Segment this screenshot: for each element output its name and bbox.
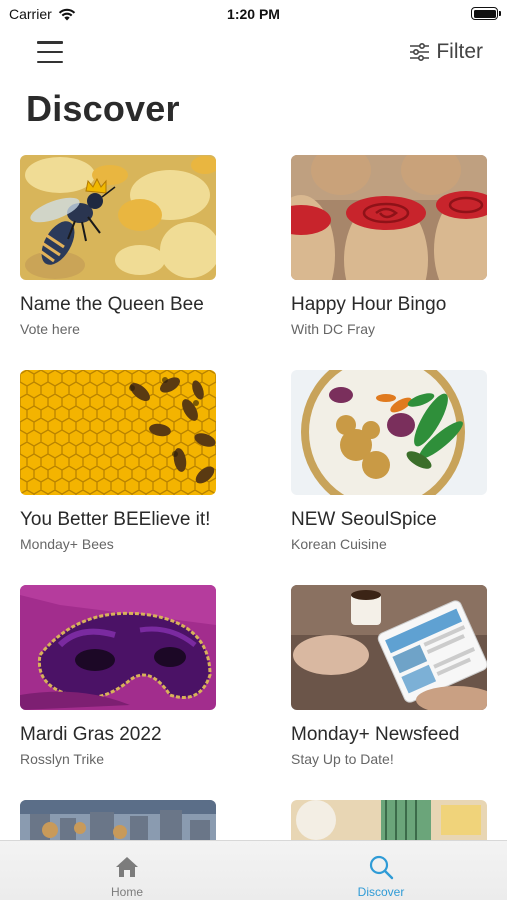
card-mardi-gras[interactable]: Mardi Gras 2022 Rosslyn Trike <box>20 585 216 767</box>
magnifier-icon <box>369 855 394 880</box>
tab-home[interactable]: Home <box>0 841 254 900</box>
card-subtitle: Monday+ Bees <box>20 536 114 552</box>
card-subtitle: Korean Cuisine <box>291 536 387 552</box>
hamburger-menu-icon <box>37 41 63 44</box>
filter-label: Filter <box>436 40 483 63</box>
sliders-icon <box>410 43 430 61</box>
card-image-honeycomb <box>20 370 216 495</box>
house-icon <box>116 857 138 877</box>
card-title: NEW SeoulSpice <box>291 509 437 530</box>
card-title: Monday+ Newsfeed <box>291 724 460 745</box>
card-image-queen-bee <box>20 155 216 280</box>
page-title: Discover <box>26 88 180 129</box>
card-subtitle: Stay Up to Date! <box>291 751 394 767</box>
tab-discover-label: Discover <box>357 885 405 899</box>
card-title: Happy Hour Bingo <box>291 294 447 315</box>
card-title: Name the Queen Bee <box>20 294 204 315</box>
card-image-mask <box>20 585 216 710</box>
card-newsfeed[interactable]: Monday+ Newsfeed Stay Up to Date! <box>291 585 487 767</box>
status-bar: Carrier 1:20 PM <box>0 0 507 28</box>
tab-discover[interactable]: Discover <box>254 841 507 900</box>
tab-bar: Home Discover <box>0 840 507 900</box>
card-seoulspice[interactable]: NEW SeoulSpice Korean Cuisine <box>291 370 487 552</box>
card-subtitle: Vote here <box>20 321 80 337</box>
card-happy-hour-bingo[interactable]: Happy Hour Bingo With DC Fray <box>291 155 487 337</box>
card-queen-bee[interactable]: Name the Queen Bee Vote here <box>20 155 216 337</box>
menu-button[interactable] <box>30 38 70 66</box>
filter-button[interactable]: Filter <box>409 38 483 66</box>
card-beelieve[interactable]: You Better BEElieve it! Monday+ Bees <box>20 370 216 552</box>
battery-icon <box>471 7 501 20</box>
card-title: You Better BEElieve it! <box>20 509 211 530</box>
card-image-tablet <box>291 585 487 710</box>
status-time: 1:20 PM <box>227 6 280 22</box>
card-title: Mardi Gras 2022 <box>20 724 162 745</box>
card-image-bingo <box>291 155 487 280</box>
card-subtitle: Rosslyn Trike <box>20 751 105 767</box>
tab-home-label: Home <box>110 885 143 899</box>
card-subtitle: With DC Fray <box>291 321 375 337</box>
card-image-bowl <box>291 370 487 495</box>
